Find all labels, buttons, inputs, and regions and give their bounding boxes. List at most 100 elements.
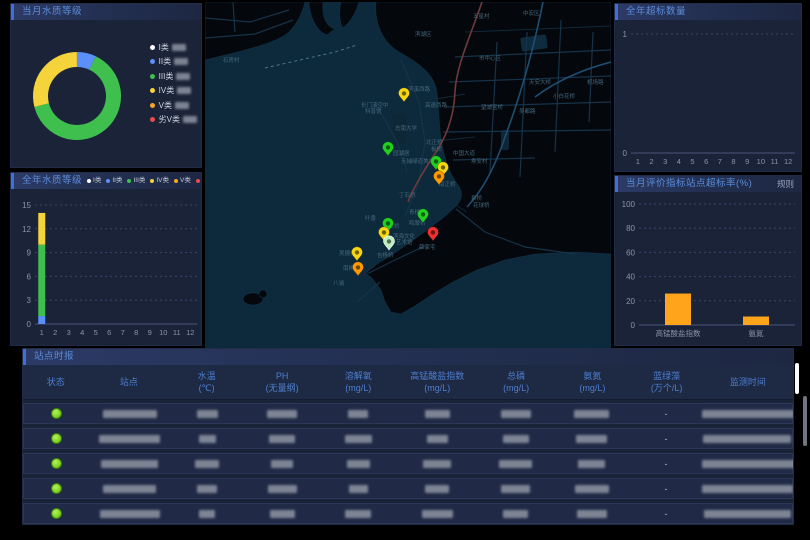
status-dot [51,408,62,419]
cell-总磷 [478,505,554,523]
cell-水温 [170,430,244,448]
redacted-value [501,410,531,418]
legend-item-IV类[interactable]: IV类 [150,84,197,99]
redacted-value [345,510,371,518]
legend-item-II类[interactable]: II类 [150,55,197,70]
cell-高锰酸盐指数 [396,430,477,448]
map-label: 吴都路 [519,107,536,115]
redacted-value [501,485,530,493]
panel-year-exceed: 全年超标数量 01123456789101112 [614,3,802,172]
table-row[interactable]: - [23,428,793,449]
svg-text:1: 1 [40,328,44,337]
table-row[interactable]: - [23,503,793,524]
rules-link[interactable]: 规则 [777,176,794,192]
year-grade-chart: 03691215123456789101112 [11,189,202,346]
svg-text:12: 12 [784,157,792,166]
cell-监测时间 [702,480,792,498]
legend-label: IV类 [159,85,175,96]
map[interactable]: 石房村五星村中宏区滨湖区市中心区天安大桥机场路小白花桥滨溪西路高速西路望湖宝桥吴… [205,2,611,348]
redacted-value [422,510,453,518]
exceed-rate-chart: 020406080100高锰酸盐指数氨氮 [615,192,802,346]
station-table-title: 站点时报 [34,349,74,365]
redacted-value [268,485,297,493]
year-legend-item-II类[interactable]: II类 [106,173,122,189]
map-label: 长门溪空中 [361,101,389,109]
cell-站点 [89,480,170,498]
cell-监测时间 [702,455,792,473]
map-label: 望湖宝桥 [481,103,504,111]
legend-item-V类[interactable]: V类 [150,98,197,113]
svg-text:0: 0 [631,321,636,330]
svg-text:40: 40 [626,273,635,282]
legend-label: II类 [159,56,171,67]
redacted-value [427,435,448,443]
legend-item-III类[interactable]: III类 [150,69,197,84]
table-row[interactable]: - [23,403,793,424]
legend-label: V类 [159,100,172,111]
station-table-header: 站点时报 [23,349,793,365]
year-legend-item-V类[interactable]: V类 [174,173,191,189]
redacted-value [199,510,215,518]
year-legend-item-III类[interactable]: III类 [127,173,145,189]
cell-氨氮 [554,455,630,473]
cell-监测时间 [702,505,792,523]
redacted-value [577,510,607,518]
bar-IV类-m1[interactable] [38,213,45,245]
table-row[interactable]: - [23,453,793,474]
redacted-value [195,460,219,468]
cell-蓝绿藻: - [630,409,702,419]
redacted-value [174,58,188,65]
cell-蓝绿藻: - [630,509,702,519]
redacted-value [503,510,528,518]
cell-状态 [24,480,89,498]
bar-高锰酸盐指数[interactable] [665,294,691,325]
col-header-站点: 站点 [88,376,169,388]
legend-dot [150,88,155,93]
table-scrollbar[interactable] [795,363,799,394]
legend-item-劣V类[interactable]: 劣V类 [150,113,197,128]
legend-label: 劣V类 [159,114,180,125]
cell-溶解氧 [320,455,396,473]
panel-year-exceed-header: 全年超标数量 [615,4,801,20]
cell-水温 [170,505,244,523]
legend-dot [150,74,155,79]
legend-label: II类 [112,173,122,189]
bar-II类-m1[interactable] [38,316,45,324]
cell-总磷 [478,405,554,423]
map-label: 薛家宅 [419,243,436,251]
redacted-value [197,485,217,493]
redacted-value [176,73,190,80]
redacted-value [349,485,368,493]
map-panel[interactable]: 石房村五星村中宏区滨湖区市中心区天安大桥机场路小白花桥滨溪西路高速西路望湖宝桥吴… [205,2,611,348]
svg-text:100: 100 [622,200,636,209]
svg-text:1: 1 [636,157,640,166]
redacted-value [425,410,450,418]
cell-PH [244,505,320,523]
year-legend-item-IV类[interactable]: IV类 [150,173,169,189]
page-scrollbar[interactable] [803,396,807,446]
bar-氨氮[interactable] [743,317,769,325]
bar-III类-m1[interactable] [38,245,45,316]
year-legend-item-I类[interactable]: I类 [87,173,101,189]
legend-dot [150,117,155,122]
svg-text:10: 10 [159,328,167,337]
panel-year-grade-header: 全年水质等级 I类II类III类IV类V类劣V类 [11,173,201,189]
donut-slice-II类[interactable] [77,60,93,63]
cell-PH [244,455,320,473]
redacted-value [103,410,157,418]
table-row[interactable]: - [23,478,793,499]
map-label: 花球桥 [473,201,490,209]
cell-监测时间 [702,430,792,448]
svg-text:11: 11 [771,157,779,166]
cell-高锰酸盐指数 [396,455,477,473]
year-legend-item-劣V类[interactable]: 劣V类 [196,173,202,189]
svg-text:6: 6 [27,272,32,281]
cell-PH [244,430,320,448]
legend-dot [196,179,200,183]
legend-item-I类[interactable]: I类 [150,40,197,55]
donut-slice-IV类[interactable] [41,60,77,106]
cell-溶解氧 [320,405,396,423]
map-label: 滨溪西路 [408,85,431,93]
redacted-value [345,435,372,443]
redacted-value [175,102,189,109]
